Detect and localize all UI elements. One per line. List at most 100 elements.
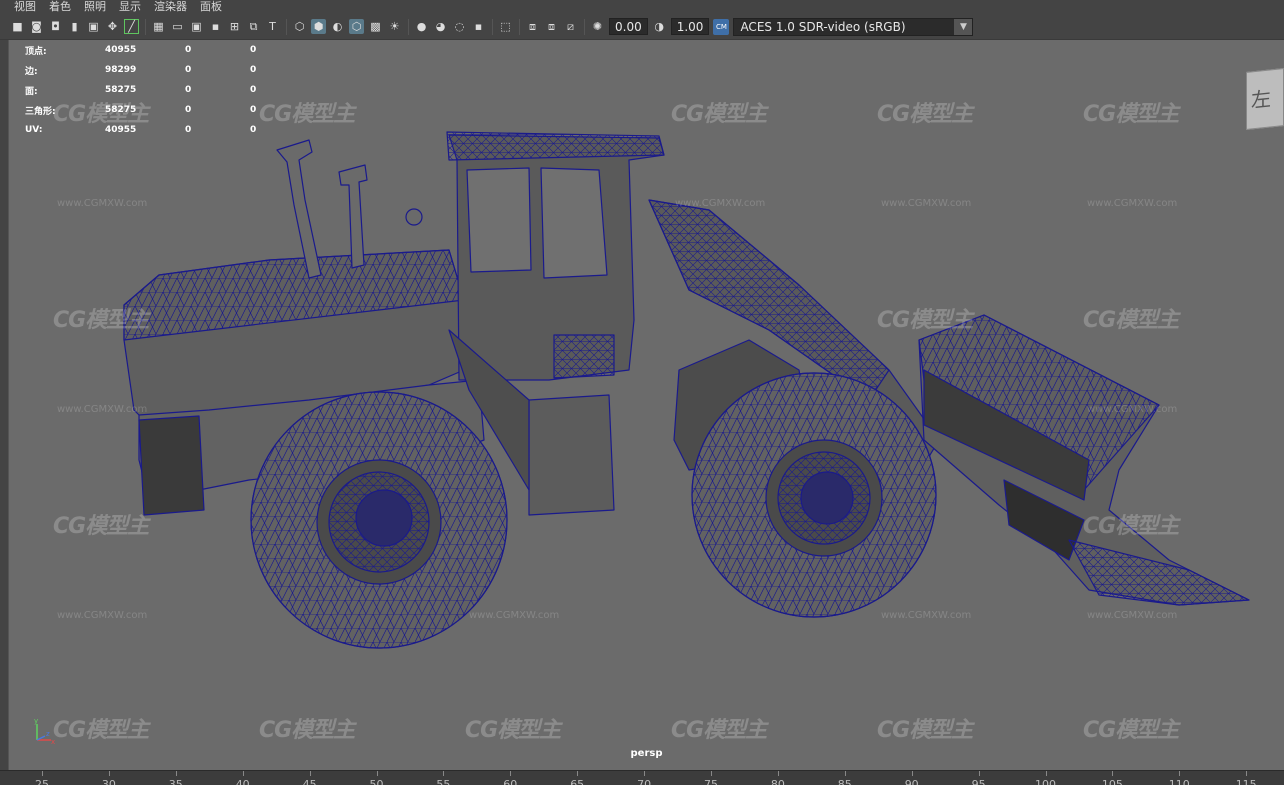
timeline-tick-label: 70: [637, 778, 652, 785]
timeline-tick-label: 110: [1168, 778, 1190, 785]
panel-menubar: 视图 着色 照明 显示 渲染器 面板: [0, 0, 1284, 14]
image-plane-icon[interactable]: ▣: [86, 19, 101, 34]
backface-icon[interactable]: ⧄: [563, 19, 578, 34]
multisample-aa-icon[interactable]: ▪: [471, 19, 486, 34]
watermark-url: www.CGMXW.com: [1087, 404, 1178, 415]
watermark-url: www.CGMXW.com: [57, 610, 148, 621]
watermark-logo: CG模型主: [53, 102, 149, 127]
menu-shading[interactable]: 着色: [49, 0, 71, 14]
toolbar-separator: [145, 18, 146, 35]
toolbar-separator: [408, 18, 409, 35]
watermark-logo: CG模型主: [259, 102, 355, 127]
watermark-logo: CG模型主: [53, 308, 149, 333]
timeline-tick-label: 75: [704, 778, 718, 785]
front-wheel: [691, 372, 937, 618]
timeline-tick: [911, 771, 913, 776]
timeline-tick-label: 50: [369, 778, 384, 785]
exposure-field[interactable]: 0.00: [609, 18, 648, 35]
wireframe-icon[interactable]: ⬡: [292, 19, 307, 34]
watermark-url: www.CGMXW.com: [57, 404, 148, 415]
persp-viewport[interactable]: 顶点: 40955 0 0 边: 98299 0 0 面: 58275 0 0 …: [8, 40, 1284, 770]
watermark-url: www.CGMXW.com: [57, 198, 148, 209]
watermark-logo: CG模型主: [1083, 308, 1179, 333]
timeline-tick-label: 25: [35, 778, 49, 785]
timeline-tick: [1246, 771, 1248, 776]
wireframe-on-shaded-icon[interactable]: ⬡: [349, 19, 364, 34]
view-cube[interactable]: 左: [1246, 68, 1284, 130]
shadows-icon[interactable]: ●: [414, 19, 429, 34]
time-slider[interactable]: 25 30 35 40 45 50 55 60 65 70 75 80 85 90 95 100 105 110 1…: [0, 770, 1284, 785]
timeline-tick: [644, 771, 646, 776]
camera-icon[interactable]: ■: [10, 19, 25, 34]
timeline-tick: [978, 771, 980, 776]
smooth-shade-icon[interactable]: ⬢: [311, 19, 326, 34]
timeline-tick-label: 30: [101, 778, 116, 785]
xray-active-icon[interactable]: ⧈: [544, 19, 559, 34]
toolbar-separator: [492, 18, 493, 35]
chevron-down-icon[interactable]: ▼: [954, 18, 973, 35]
gate-mask-icon[interactable]: ▪: [208, 19, 223, 34]
watermark-url: www.CGMXW.com: [881, 610, 972, 621]
film-gate-icon[interactable]: ▭: [170, 19, 185, 34]
timeline-tick-label: 85: [837, 778, 852, 785]
timeline-tick: [577, 771, 579, 776]
timeline-tick-label: 115: [1235, 778, 1257, 785]
view-cube-face-label: 左: [1251, 86, 1271, 113]
axis-x-label: x: [51, 738, 55, 746]
menu-renderer[interactable]: 渲染器: [154, 0, 187, 14]
default-lighting-icon[interactable]: ◐: [330, 19, 345, 34]
timeline-tick: [1112, 771, 1114, 776]
watermark-url: www.CGMXW.com: [881, 198, 972, 209]
camera-lock-icon[interactable]: ◙: [29, 19, 44, 34]
view-transform-dropdown[interactable]: ACES 1.0 SDR-video (sRGB) ▼: [733, 17, 974, 36]
timeline-tick-label: 60: [503, 778, 518, 785]
timeline-tick-label: 105: [1101, 778, 1123, 785]
menu-lighting[interactable]: 照明: [84, 0, 106, 14]
camera-attr-icon[interactable]: ◘: [48, 19, 63, 34]
axis-z-label: z: [46, 730, 50, 738]
watermark-logo: CG模型主: [877, 102, 973, 127]
safe-action-icon[interactable]: ⧉: [246, 19, 261, 34]
watermark-logo: CG模型主: [465, 718, 561, 743]
axis-y-label: y: [34, 717, 38, 725]
axis-gizmo: y x z: [34, 717, 55, 746]
timeline-tick-label: 55: [436, 778, 451, 785]
exposure-icon[interactable]: ✺: [590, 19, 605, 34]
isolate-select-icon[interactable]: ⬚: [498, 19, 513, 34]
timeline-tick-label: 45: [302, 778, 317, 785]
watermark-logo: CG模型主: [1083, 718, 1179, 743]
menu-panels[interactable]: 面板: [200, 0, 222, 14]
color-management-toggle[interactable]: CM: [713, 18, 730, 35]
use-lights-icon[interactable]: ☀: [387, 19, 402, 34]
xray-icon[interactable]: ▩: [368, 19, 383, 34]
timeline-tick-label: 35: [168, 778, 183, 785]
timeline-tick: [242, 771, 244, 776]
timeline-tick-label: 40: [235, 778, 250, 785]
resolution-gate-icon[interactable]: ▣: [189, 19, 204, 34]
timeline-tick: [376, 771, 378, 776]
watermark-logo: CG模型主: [671, 102, 767, 127]
xray-joints-icon[interactable]: ⧈: [525, 19, 540, 34]
grease-pencil-icon[interactable]: ╱: [124, 19, 139, 34]
timeline-tick: [711, 771, 712, 776]
timeline-tick: [510, 771, 512, 776]
gamma-field[interactable]: 1.00: [670, 18, 710, 35]
watermark-url: www.CGMXW.com: [469, 610, 560, 621]
watermark-logo: CG模型主: [877, 718, 973, 743]
watermark-logo: CG模型主: [259, 718, 355, 743]
grid-icon[interactable]: ▦: [151, 19, 166, 34]
2d-pan-icon[interactable]: ✥: [105, 19, 120, 34]
menu-show[interactable]: 显示: [119, 0, 141, 14]
timeline-tick-label: 100: [1035, 778, 1056, 785]
menu-view[interactable]: 视图: [14, 0, 36, 14]
timeline-tick: [777, 771, 779, 776]
screen-space-ao-icon[interactable]: ◕: [433, 19, 448, 34]
gamma-icon[interactable]: ◑: [652, 19, 667, 34]
motion-blur-icon[interactable]: ◌: [452, 19, 467, 34]
bookmark-icon[interactable]: ▮: [67, 19, 82, 34]
safe-title-icon[interactable]: T: [265, 19, 280, 34]
timeline-tick: [844, 771, 846, 776]
field-chart-icon[interactable]: ⊞: [227, 19, 242, 34]
watermark-url: www.CGMXW.com: [1087, 610, 1178, 621]
timeline-tick: [443, 771, 445, 776]
